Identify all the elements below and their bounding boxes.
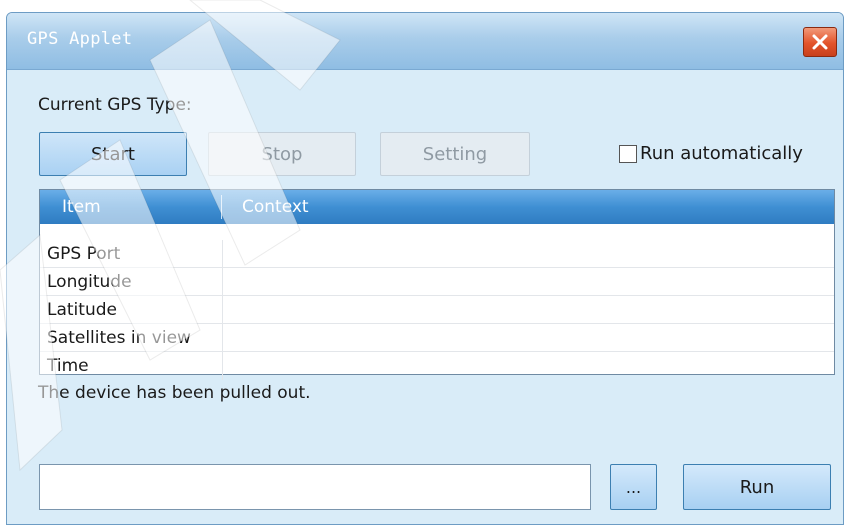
column-header-item[interactable]: Item bbox=[40, 195, 222, 219]
run-button[interactable]: Run bbox=[683, 464, 831, 510]
table-row[interactable]: Time bbox=[40, 352, 834, 380]
browse-button[interactable]: ... bbox=[610, 464, 657, 510]
status-message: The device has been pulled out. bbox=[38, 383, 311, 403]
table-row[interactable]: Satellites in view bbox=[40, 324, 834, 352]
row-context-satellites bbox=[223, 324, 834, 351]
title-bar[interactable]: GPS Applet bbox=[7, 13, 843, 70]
row-context-latitude bbox=[223, 296, 834, 323]
window-title: GPS Applet bbox=[27, 29, 133, 49]
run-automatically-option[interactable]: Run automatically bbox=[619, 143, 803, 164]
run-automatically-checkbox[interactable] bbox=[619, 144, 637, 163]
row-context-longitude bbox=[223, 268, 834, 295]
close-button[interactable] bbox=[803, 27, 837, 57]
close-icon bbox=[812, 34, 828, 50]
path-input[interactable] bbox=[39, 464, 591, 510]
setting-button[interactable]: Setting bbox=[380, 132, 530, 176]
row-context-gps-port bbox=[223, 240, 834, 267]
stop-button[interactable]: Stop bbox=[208, 132, 356, 176]
table-row[interactable]: GPS Port bbox=[40, 240, 834, 268]
gps-info-table[interactable]: Item Context GPS Port Longitude Latitude… bbox=[39, 189, 835, 380]
row-item-time: Time bbox=[40, 352, 223, 380]
gps-applet-window: GPS Applet Current GPS Type: Start Stop … bbox=[6, 12, 844, 525]
row-item-longitude: Longitude bbox=[40, 268, 223, 295]
row-item-latitude: Latitude bbox=[40, 296, 223, 323]
table-row[interactable]: Longitude bbox=[40, 268, 834, 296]
run-automatically-label: Run automatically bbox=[640, 143, 803, 164]
start-button[interactable]: Start bbox=[39, 132, 187, 176]
row-item-satellites: Satellites in view bbox=[40, 324, 223, 351]
column-header-context[interactable]: Context bbox=[222, 190, 834, 224]
row-item-gps-port: GPS Port bbox=[40, 240, 223, 267]
table-header: Item Context bbox=[40, 190, 834, 224]
gps-type-label: Current GPS Type: bbox=[38, 95, 192, 115]
row-context-time bbox=[223, 352, 834, 380]
table-row[interactable]: Latitude bbox=[40, 296, 834, 324]
